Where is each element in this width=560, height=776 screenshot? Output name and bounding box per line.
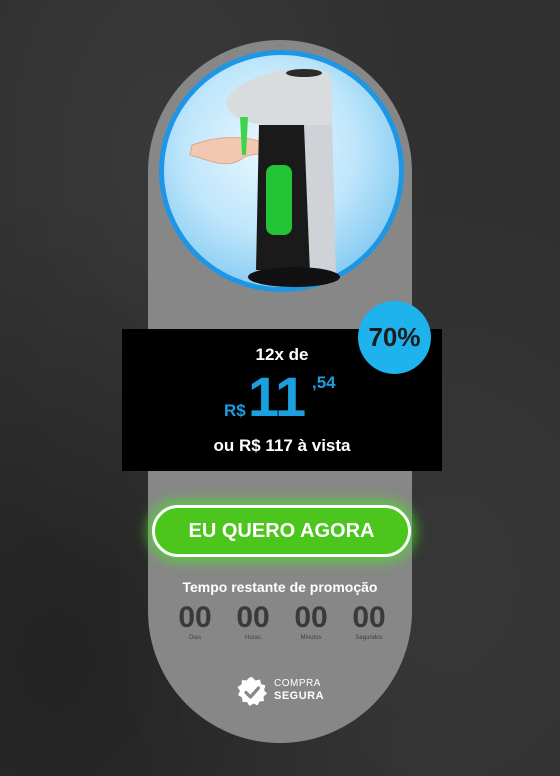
discount-badge: 70% xyxy=(358,301,431,374)
countdown-seconds: 00 Segundos xyxy=(341,602,397,642)
secure-purchase-badge: COMPRA SEGURA xyxy=(236,676,346,708)
product-image xyxy=(159,50,404,292)
countdown-title: Tempo restante de promoção xyxy=(182,579,378,595)
countdown-value: 00 xyxy=(236,601,270,634)
price-cents: ,54 xyxy=(312,373,336,392)
countdown-label: Segundos xyxy=(355,635,383,641)
cash-price-text: ou R$ 117 à vista xyxy=(213,436,351,455)
shield-check-icon xyxy=(237,677,267,706)
countdown-value: 00 xyxy=(178,601,212,634)
secure-badge-line1: COMPRA xyxy=(274,678,321,689)
countdown-label: Horas xyxy=(244,635,261,641)
countdown-label: Minutos xyxy=(300,635,322,641)
secure-badge-line2: SEGURA xyxy=(274,690,325,702)
buy-now-button[interactable]: EU QUERO AGORA xyxy=(152,505,411,557)
countdown-timer: 00 Dias 00 Horas 00 Minutos 00 Segundos xyxy=(167,602,397,642)
price-integer: 11 xyxy=(248,365,306,428)
countdown-value: 00 xyxy=(294,601,328,634)
installment-price: R$ 11 ,54 xyxy=(122,367,442,427)
countdown-label: Dias xyxy=(188,635,201,641)
countdown-value: 00 xyxy=(352,601,386,634)
soap-dispenser-illustration xyxy=(189,68,340,287)
countdown-days: 00 Dias xyxy=(167,602,223,642)
countdown-minutes: 00 Minutos xyxy=(283,602,339,642)
currency-symbol: R$ xyxy=(224,401,246,420)
countdown-hours: 00 Horas xyxy=(225,602,281,642)
